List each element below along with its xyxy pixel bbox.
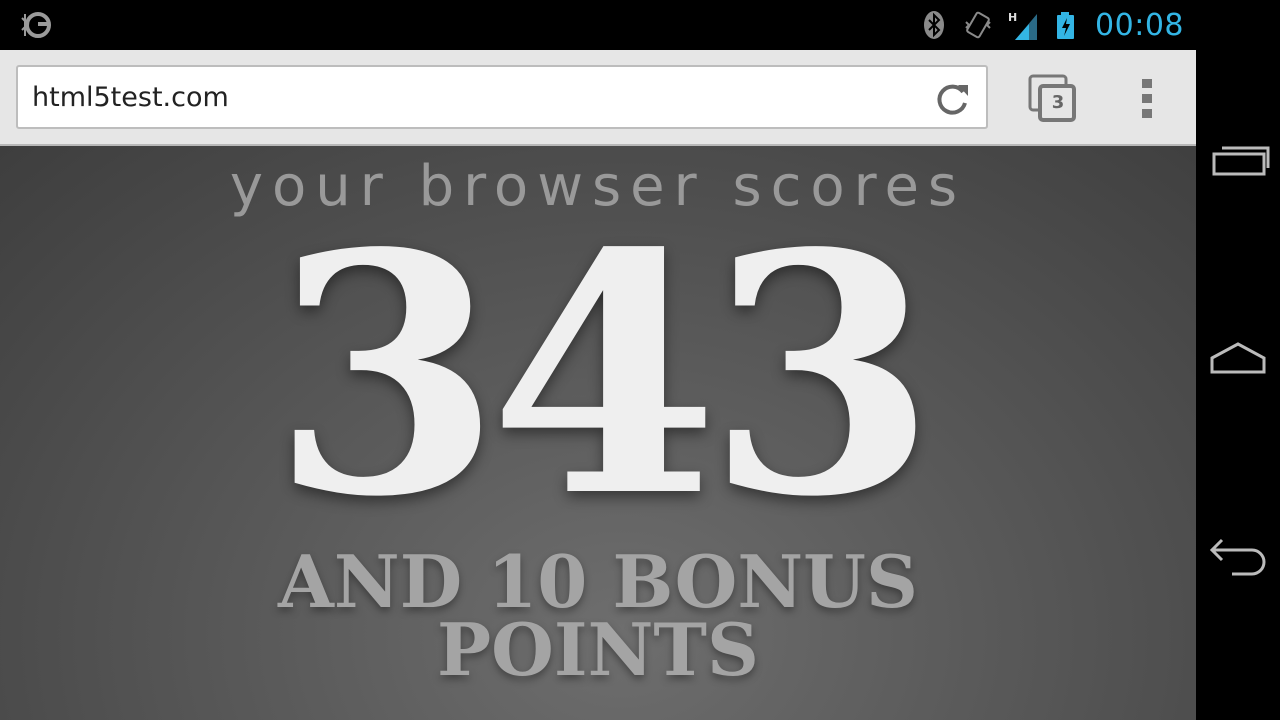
url-bar[interactable]: html5test.com	[16, 65, 988, 129]
app-notification-icon	[21, 12, 51, 38]
bonus-line-1: AND 10 BONUS	[278, 539, 918, 624]
overflow-menu-icon[interactable]	[1136, 76, 1160, 122]
bonus-points-text: AND 10 BONUS POINTS	[0, 539, 1196, 692]
signal-icon: H	[1008, 11, 1038, 40]
tab-count: 3	[1051, 92, 1065, 113]
tabs-button[interactable]: 3	[1026, 72, 1078, 124]
back-icon[interactable]	[1206, 528, 1270, 588]
navigation-bar	[1196, 0, 1280, 720]
browser-toolbar: html5test.com 3	[0, 50, 1196, 146]
network-type-label: H	[1008, 11, 1017, 24]
score-value: 343	[271, 181, 937, 569]
reload-icon[interactable]	[932, 79, 972, 119]
vibrate-icon	[965, 11, 991, 39]
web-page-content: your browser scores 343 AND 10 BONUS POI…	[0, 146, 1196, 720]
recent-apps-icon[interactable]	[1206, 130, 1270, 190]
bluetooth-icon	[924, 11, 945, 39]
home-icon[interactable]	[1206, 330, 1270, 390]
bonus-line-2: POINTS	[437, 607, 759, 692]
battery-charging-icon	[1057, 12, 1075, 39]
status-bar: H 00:08	[0, 0, 1196, 50]
clock: 00:08	[1095, 7, 1184, 43]
url-text[interactable]: html5test.com	[32, 82, 229, 113]
